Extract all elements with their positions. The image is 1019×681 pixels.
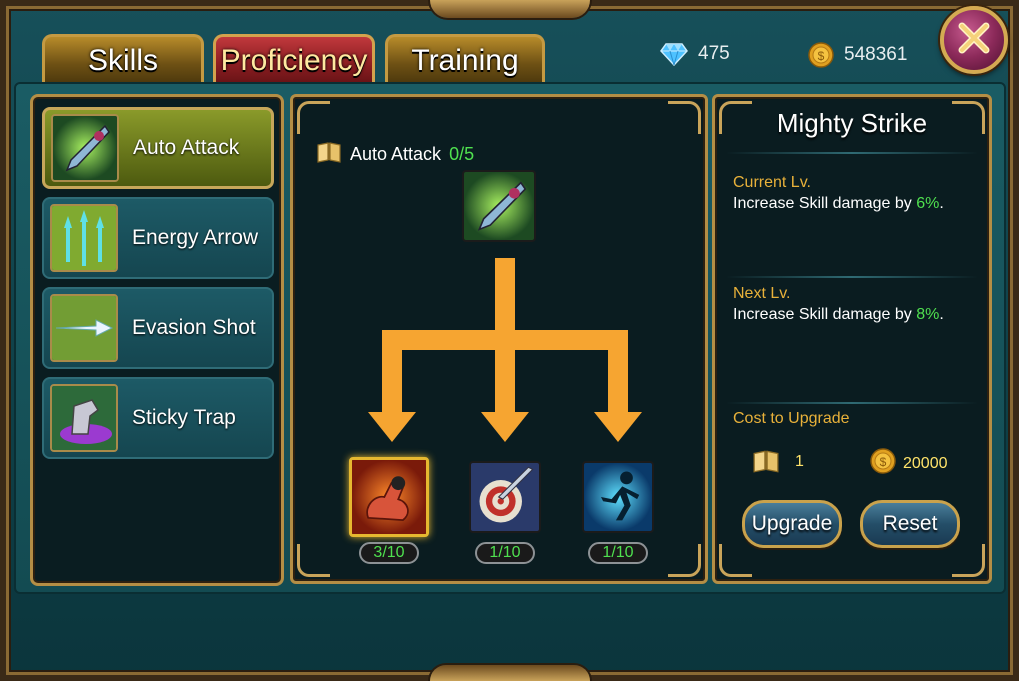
arrow-shot-icon (50, 294, 118, 362)
trap-icon (50, 384, 118, 452)
tree-node-strength[interactable] (349, 457, 429, 537)
cost-label: Cost to Upgrade (733, 410, 850, 427)
level-pill: 1/10 (588, 542, 648, 564)
current-level-label: Current Lv. (733, 174, 811, 191)
cost-gold: 20000 (903, 455, 948, 472)
reset-button[interactable]: Reset (860, 500, 960, 548)
next-level-text: Increase Skill damage by 8%. (733, 306, 944, 323)
trident-arrow-icon (50, 204, 118, 272)
spear-icon (51, 114, 119, 182)
tree-root-node[interactable] (462, 170, 536, 242)
skill-item-sticky-trap[interactable]: Sticky Trap (42, 377, 274, 459)
divider (726, 276, 978, 278)
gold-count: 548361 (844, 44, 908, 65)
next-level-label: Next Lv. (733, 285, 791, 302)
gem-count: 475 (698, 43, 730, 64)
tree-node-target-hit[interactable] (469, 461, 541, 533)
tab-proficiency[interactable]: Proficiency (213, 34, 375, 82)
tree-node-sprint[interactable] (582, 461, 654, 533)
svg-text:$: $ (880, 455, 887, 469)
current-level-value: 6% (916, 195, 940, 212)
level-pill: 1/10 (475, 542, 535, 564)
corner-ornament (297, 544, 330, 577)
divider (726, 152, 978, 154)
skill-list: Auto Attack Energy Arrow Evasion Shot St… (30, 94, 284, 586)
cost-books: 1 (795, 453, 804, 470)
level-pill: 3/10 (359, 542, 419, 564)
gold-coin-icon: $ (808, 42, 834, 68)
close-icon (954, 18, 994, 63)
skill-label: Auto Attack (133, 136, 240, 159)
corner-ornament (952, 544, 985, 577)
current-level-text: Increase Skill damage by 6%. (733, 195, 944, 212)
corner-ornament (668, 544, 701, 577)
skill-label: Evasion Shot (132, 316, 256, 339)
book-icon (752, 449, 780, 478)
book-icon (316, 141, 342, 168)
gem-counter: 475 (660, 42, 730, 66)
svg-text:$: $ (818, 49, 825, 63)
skill-item-evasion-shot[interactable]: Evasion Shot (42, 287, 274, 369)
sprint-icon (584, 463, 652, 531)
corner-ornament (668, 101, 701, 134)
detail-title: Mighty Strike (776, 108, 928, 138)
skill-label: Energy Arrow (132, 226, 259, 249)
skill-item-auto-attack[interactable]: Auto Attack (42, 107, 274, 189)
tab-training[interactable]: Training (385, 34, 545, 82)
tree-root-progress: 0/5 (449, 144, 475, 164)
tree-connector (368, 258, 642, 442)
top-ornament (430, 0, 590, 18)
skill-item-energy-arrow[interactable]: Energy Arrow (42, 197, 274, 279)
gold-coin-icon: $ (870, 448, 896, 479)
skill-label: Sticky Trap (132, 406, 236, 429)
gem-icon (660, 42, 688, 66)
next-level-value: 8% (916, 306, 940, 323)
spear-icon (464, 172, 534, 240)
tree-root-name: Auto Attack (350, 144, 442, 164)
tree-header: Auto Attack 0/5 (316, 141, 474, 168)
close-button[interactable] (940, 6, 1008, 74)
target-hit-icon (471, 463, 539, 531)
tab-skills[interactable]: Skills (42, 34, 204, 82)
gold-counter: $ 548361 (808, 42, 907, 68)
corner-ornament (719, 544, 752, 577)
corner-ornament (297, 101, 330, 134)
strength-icon (352, 460, 426, 534)
bottom-ornament (430, 665, 590, 681)
divider (726, 402, 978, 404)
upgrade-button[interactable]: Upgrade (742, 500, 842, 548)
